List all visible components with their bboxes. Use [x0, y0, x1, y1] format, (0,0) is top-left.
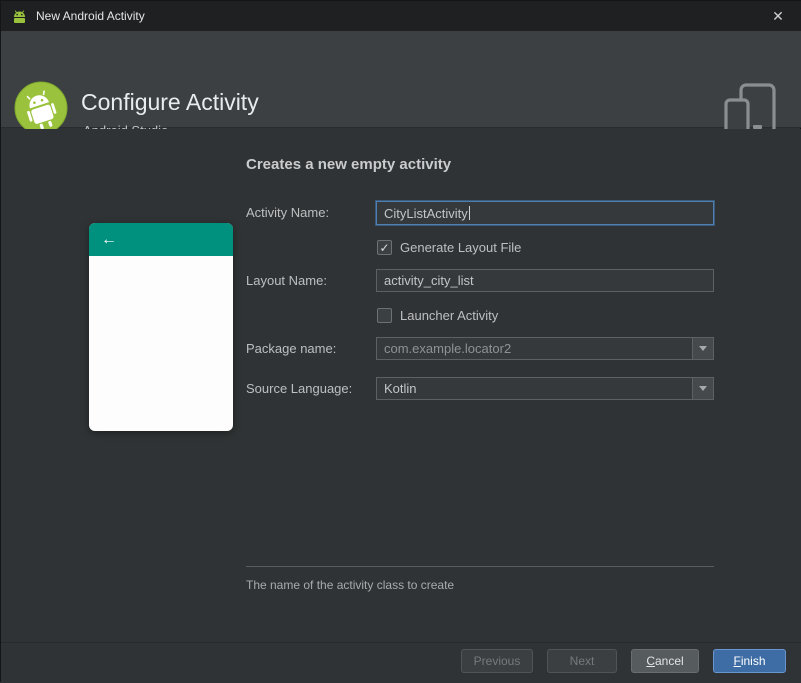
android-studio-logo-icon [14, 81, 68, 135]
field-hint-text: The name of the activity class to create [246, 578, 455, 592]
previous-button-label: Previous [473, 654, 521, 668]
package-name-value: com.example.locator2 [384, 341, 512, 356]
previous-button[interactable]: Previous [461, 649, 533, 673]
layout-name-value: activity_city_list [384, 273, 474, 288]
package-name-dropdown-button[interactable] [692, 338, 713, 359]
android-app-icon [14, 9, 25, 23]
page-title: Creates a new empty activity [246, 156, 452, 173]
activity-name-value: CityListActivity [384, 205, 468, 221]
launcher-activity-label[interactable]: Launcher Activity [400, 308, 498, 324]
header-title: Configure Activity [81, 89, 259, 115]
title-bar: New Android Activity ✕ [1, 1, 801, 31]
package-name-combobox[interactable]: com.example.locator2 [376, 337, 714, 360]
finish-button-label: Finish [733, 654, 766, 668]
cancel-button[interactable]: Cancel [631, 649, 699, 673]
activity-preview-thumbnail: ← [89, 223, 233, 431]
finish-button[interactable]: Finish [713, 649, 786, 673]
close-icon[interactable]: ✕ [764, 2, 792, 30]
package-name-label: Package name: [246, 341, 337, 356]
window-title: New Android Activity [36, 9, 145, 23]
preview-appbar: ← [89, 223, 233, 256]
next-button-label: Next [569, 654, 595, 668]
text-caret [468, 206, 470, 220]
activity-name-input[interactable]: CityListActivity [376, 201, 714, 225]
source-language-value: Kotlin [384, 381, 417, 396]
launcher-activity-checkbox[interactable] [377, 308, 392, 323]
generate-layout-checkbox[interactable] [377, 240, 392, 255]
wizard-header: Configure Activity Android Studio [1, 31, 801, 138]
back-arrow-icon: ← [101, 230, 117, 248]
layout-name-input[interactable]: activity_city_list [376, 269, 714, 292]
layout-name-label: Layout Name: [246, 273, 327, 288]
generate-layout-label[interactable]: Generate Layout File [400, 240, 521, 256]
chevron-down-icon [699, 346, 707, 351]
next-button[interactable]: Next [547, 649, 617, 673]
cancel-button-label: Cancel [646, 654, 684, 668]
hint-separator [246, 566, 714, 567]
source-language-label: Source Language: [246, 381, 353, 396]
chevron-down-icon [699, 386, 707, 391]
source-language-dropdown[interactable]: Kotlin [376, 377, 714, 400]
activity-name-label: Activity Name: [246, 205, 330, 220]
button-bar: Previous Next Cancel Finish [1, 642, 801, 683]
wizard-content: Creates a new empty activity ← Activity … [1, 129, 801, 642]
source-language-dropdown-button[interactable] [692, 378, 713, 399]
